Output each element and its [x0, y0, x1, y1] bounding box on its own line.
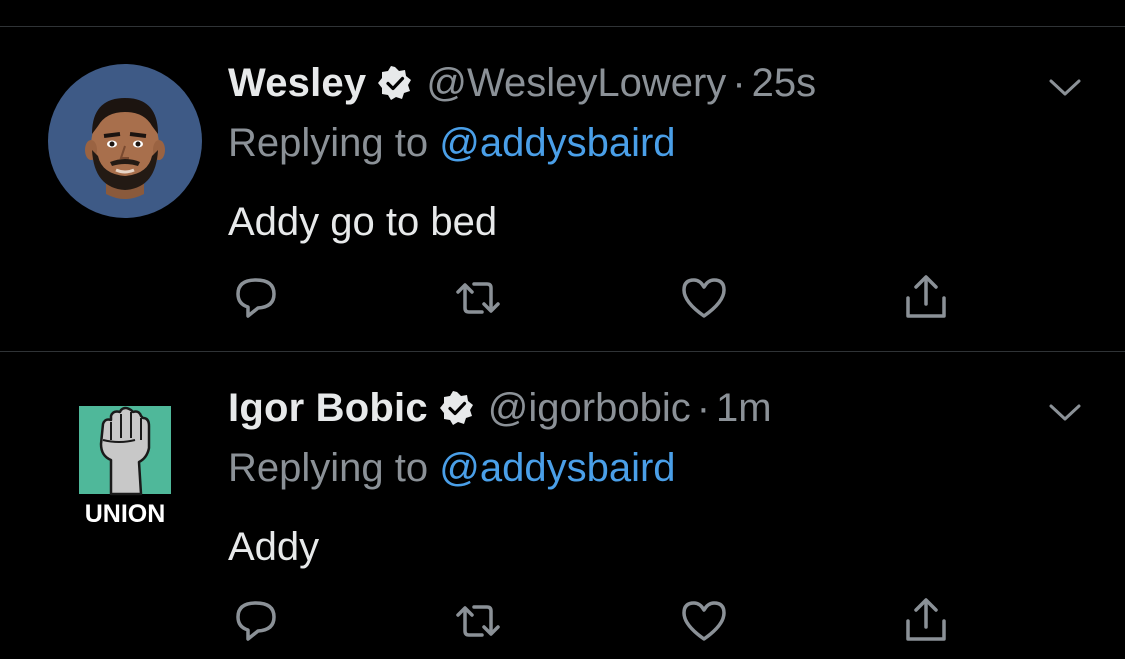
tweet-text: Addy	[228, 525, 320, 569]
tweet-text: Addy go to bed	[228, 200, 498, 244]
reply-icon[interactable]	[228, 270, 284, 326]
replying-label: Replying to	[228, 446, 429, 490]
verified-icon	[378, 66, 412, 100]
display-name[interactable]: Wesley	[228, 61, 366, 106]
separator-dot: ·	[732, 60, 746, 105]
tweet-actions	[228, 593, 988, 653]
tweet-1[interactable]: Wesley @WesleyLowery · 25s Replying to @…	[0, 27, 1125, 351]
avatar-label: UNION	[85, 500, 166, 528]
chevron-down-icon[interactable]	[1045, 392, 1085, 432]
user-handle[interactable]: @WesleyLowery	[426, 61, 726, 106]
display-name[interactable]: Igor Bobic	[228, 386, 428, 431]
like-icon[interactable]	[676, 593, 732, 649]
tweet-header: Wesley @WesleyLowery · 25s	[228, 53, 1065, 113]
tweet-actions	[228, 270, 988, 330]
like-icon[interactable]	[676, 270, 732, 326]
tweet-2[interactable]: UNION Igor Bobic @igorbobic · 1m Replyin…	[0, 352, 1125, 659]
tweet-header: Igor Bobic @igorbobic · 1m	[228, 378, 1065, 438]
avatar-wesley[interactable]	[48, 64, 202, 218]
mention-link[interactable]: @addysbaird	[439, 446, 675, 490]
retweet-icon[interactable]	[450, 270, 506, 326]
retweet-icon[interactable]	[450, 593, 506, 649]
user-handle[interactable]: @igorbobic	[488, 386, 691, 431]
reply-icon[interactable]	[228, 593, 284, 649]
avatar-igor[interactable]: UNION	[75, 400, 179, 528]
separator-dot: ·	[696, 385, 711, 430]
replying-to: Replying to @addysbaird	[228, 113, 1065, 173]
chevron-down-icon[interactable]	[1045, 67, 1085, 107]
verified-icon	[439, 391, 474, 425]
share-icon[interactable]	[898, 270, 954, 326]
replying-label: Replying to	[228, 121, 429, 165]
mention-link[interactable]: @addysbaird	[439, 121, 675, 165]
share-icon[interactable]	[898, 593, 954, 649]
timestamp[interactable]: 25s	[752, 61, 817, 106]
replying-to: Replying to @addysbaird	[228, 438, 1065, 498]
timestamp[interactable]: 1m	[716, 386, 772, 431]
